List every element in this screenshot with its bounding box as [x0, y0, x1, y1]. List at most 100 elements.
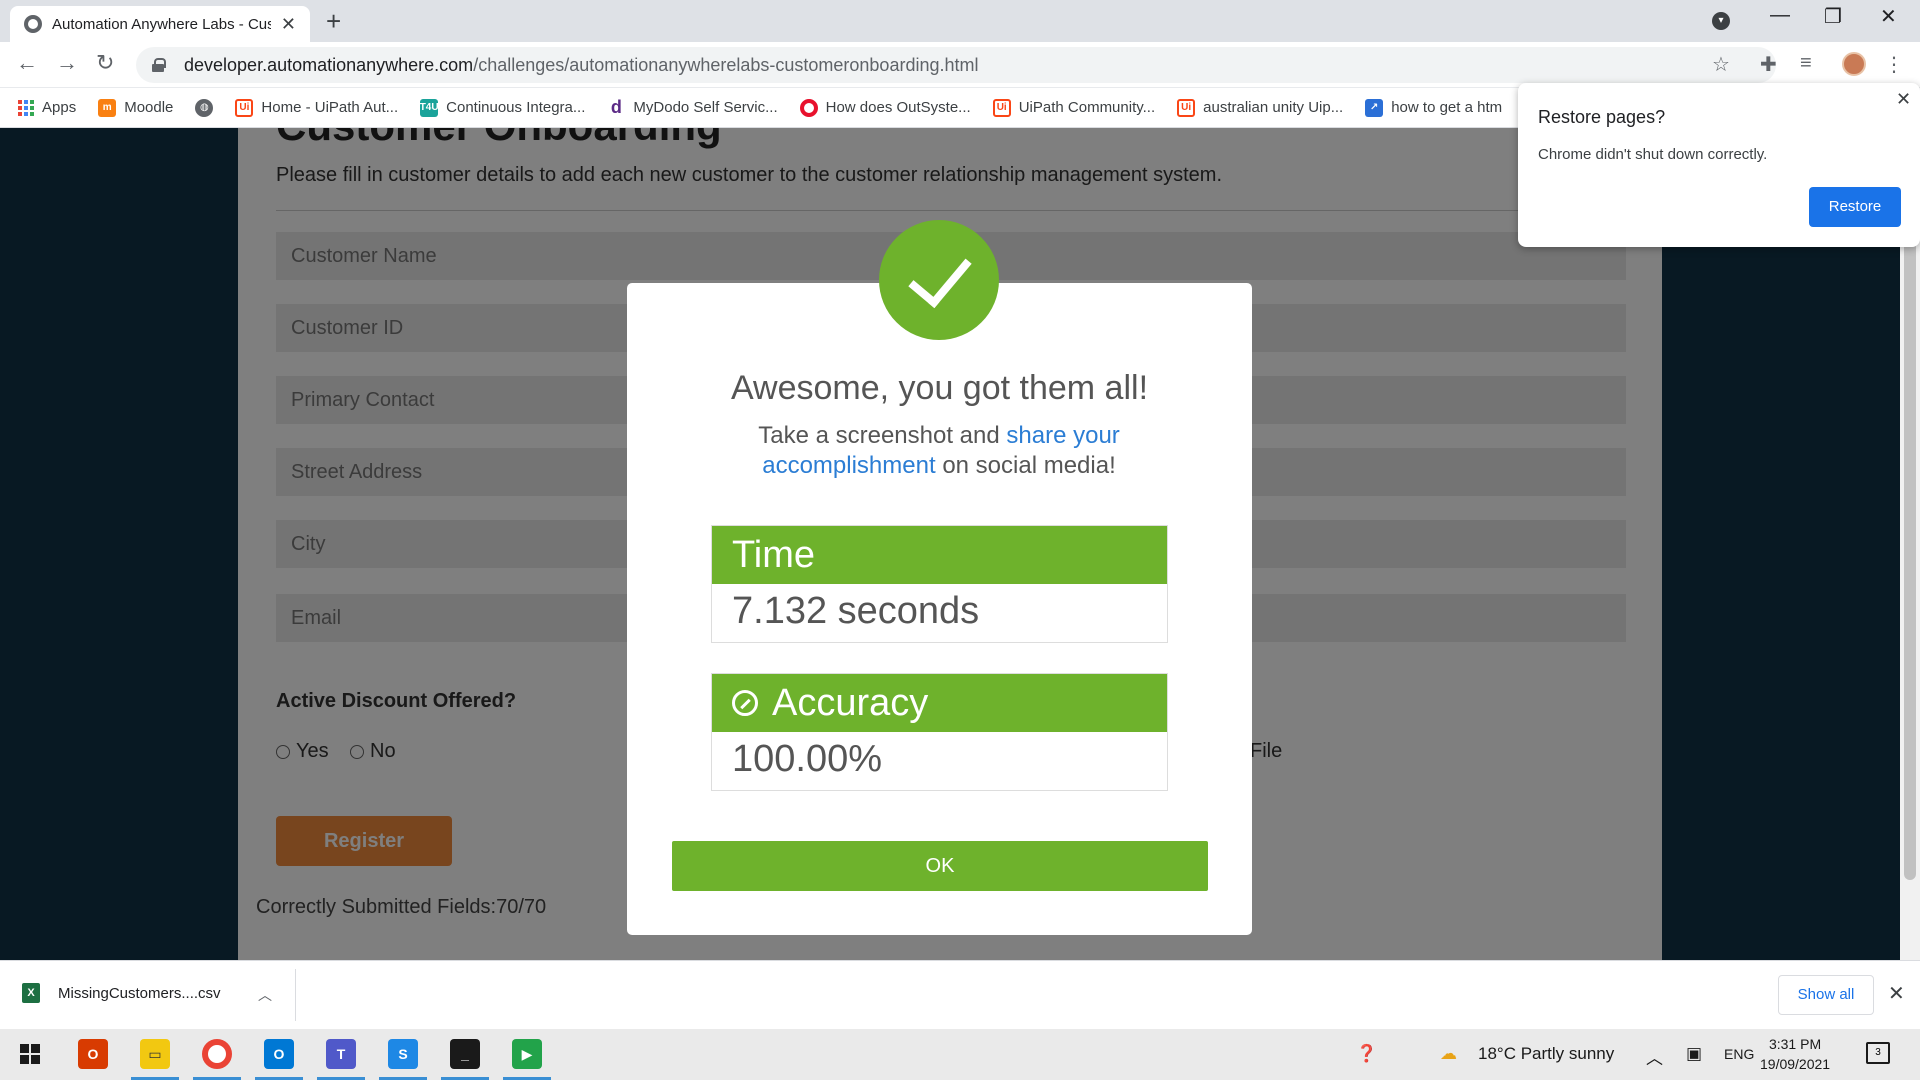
address-bar[interactable]: developer.automationanywhere.com /challe…: [136, 47, 1776, 83]
url-path: /challenges/automationanywherelabs-custo…: [473, 54, 979, 75]
tab-strip: Automation Anywhere Labs - Customer Onbo…: [0, 0, 1920, 42]
subtitle-text: on social media!: [942, 452, 1116, 479]
restore-pages-popup: Restore pages? Chrome didn't shut down c…: [1518, 83, 1920, 247]
show-all-button[interactable]: Show all: [1778, 975, 1874, 1015]
bookmark-uipath-community[interactable]: Ui UiPath Community...: [992, 98, 1156, 117]
bookmark-star-icon[interactable]: ☆: [1712, 52, 1730, 77]
weather-text[interactable]: 18°C Partly sunny: [1478, 1044, 1614, 1064]
media-queue-icon[interactable]: ≡: [1800, 52, 1812, 75]
bookmark-outsystems[interactable]: How does OutSyste...: [799, 98, 971, 117]
bookmark-moodle[interactable]: m Moodle: [98, 98, 174, 117]
uipath-icon: Ui: [992, 98, 1011, 117]
new-tab-icon[interactable]: +: [326, 6, 341, 37]
teams-icon[interactable]: T: [326, 1039, 356, 1069]
language-indicator[interactable]: ENG: [1724, 1046, 1754, 1062]
bookmark-label: MyDodo Self Servic...: [633, 99, 778, 116]
tab-favicon-icon: [24, 15, 42, 33]
file-explorer-icon[interactable]: ▭: [140, 1039, 170, 1069]
browser-toolbar: ← → ↻ developer.automationanywhere.com /…: [0, 42, 1920, 88]
media-player-icon[interactable]: ▶: [512, 1039, 542, 1069]
download-filename: MissingCustomers....csv: [58, 984, 221, 1002]
close-window-icon[interactable]: ✕: [1880, 4, 1897, 29]
uipath-icon: Ui: [235, 98, 254, 117]
t4u-icon: T4U: [420, 98, 439, 117]
forward-icon[interactable]: →: [56, 50, 78, 76]
bookmark-australian-unity[interactable]: Ui australian unity Uip...: [1177, 98, 1344, 117]
bookmark-label: Apps: [42, 99, 77, 116]
divider: [295, 969, 296, 1021]
modal-subtitle: Take a screenshot and share your accompl…: [739, 421, 1139, 481]
windows-taskbar: O ▭ O T S _ ▶ ❓ ☁ 18°C Partly sunny ︿ ▣ …: [0, 1029, 1920, 1080]
bookmark-uipath-home[interactable]: Ui Home - UiPath Aut...: [235, 98, 399, 117]
close-icon[interactable]: ✕: [1896, 89, 1911, 110]
bookmark-label: how to get a htm: [1391, 99, 1503, 116]
bookmark-label: Continuous Integra...: [446, 99, 586, 116]
profile-avatar[interactable]: [1842, 52, 1866, 76]
restore-window-icon[interactable]: ❐: [1824, 4, 1842, 29]
outsystems-icon: [799, 98, 818, 117]
download-item[interactable]: X MissingCustomers....csv: [22, 983, 221, 1003]
browser-tab[interactable]: Automation Anywhere Labs - Customer Onbo…: [10, 6, 310, 42]
clock-date: 19/09/2021: [1760, 1056, 1831, 1072]
time-value: 7.132 seconds: [732, 590, 980, 632]
ok-button[interactable]: OK: [672, 841, 1208, 891]
bookmark-mydodo[interactable]: d MyDodo Self Servic...: [607, 97, 778, 117]
bookmark-how-to-get[interactable]: ↗ how to get a htm: [1365, 98, 1503, 117]
close-icon[interactable]: ✕: [1888, 981, 1905, 1006]
bookmark-label: UiPath Community...: [1018, 99, 1156, 116]
page-viewport: Customer Onboarding Please fill in custo…: [0, 128, 1920, 960]
bookmark-continuous-integration[interactable]: T4U Continuous Integra...: [420, 98, 586, 117]
bookmark-apps[interactable]: Apps: [18, 99, 76, 116]
apps-grid-icon: [18, 99, 34, 116]
minimize-icon[interactable]: —: [1770, 4, 1790, 27]
network-icon[interactable]: ▣: [1686, 1044, 1702, 1064]
moodle-icon: m: [98, 98, 117, 117]
bookmark-label: How does OutSyste...: [825, 99, 971, 116]
extensions-icon[interactable]: ✚: [1760, 52, 1777, 77]
restore-title: Restore pages?: [1538, 107, 1666, 127]
submitted-fields-text: Correctly Submitted Fields:70/70: [256, 896, 547, 918]
bookmark-label: Moodle: [124, 99, 174, 116]
outlook-icon[interactable]: O: [264, 1039, 294, 1069]
bookmark-label: australian unity Uip...: [1203, 99, 1344, 116]
checkmark-icon: [879, 220, 999, 340]
help-icon[interactable]: ❓: [1356, 1044, 1377, 1064]
lock-icon: [152, 58, 166, 72]
menu-icon[interactable]: ⋮: [1884, 52, 1904, 77]
office-icon[interactable]: O: [78, 1039, 108, 1069]
time-stat: Time 7.132 seconds: [711, 525, 1168, 643]
gauge-icon: [732, 690, 758, 716]
windows-start-icon[interactable]: [20, 1044, 40, 1064]
time-label: Time: [732, 533, 816, 576]
reload-icon[interactable]: ↻: [96, 50, 114, 76]
url-host: developer.automationanywhere.com: [184, 54, 474, 75]
page-scrollbar[interactable]: [1900, 128, 1920, 960]
back-icon[interactable]: ←: [16, 50, 38, 76]
notification-icon[interactable]: 3: [1866, 1042, 1890, 1064]
modal-title: Awesome, you got them all!: [730, 369, 1149, 407]
system-clock[interactable]: 3:31 PM 19/09/2021: [1760, 1034, 1830, 1074]
weather-icon: ☁: [1440, 1044, 1457, 1063]
generic-icon: ↗: [1365, 98, 1384, 117]
dodo-icon: d: [607, 97, 626, 117]
accuracy-value: 100.00%: [732, 738, 883, 780]
restore-button[interactable]: Restore: [1809, 187, 1901, 227]
bookmark-label: Home - UiPath Aut...: [261, 99, 399, 116]
bookmark-globe[interactable]: ◍: [195, 98, 214, 117]
accuracy-stat: Accuracy 100.00%: [711, 673, 1168, 791]
success-modal: Awesome, you got them all! Take a screen…: [627, 220, 1252, 935]
uipath-icon: Ui: [1177, 98, 1196, 117]
tab-close-icon[interactable]: ✕: [281, 14, 296, 35]
terminal-icon[interactable]: _: [450, 1039, 480, 1069]
clock-time: 3:31 PM: [1768, 1036, 1822, 1052]
chrome-icon[interactable]: [202, 1039, 232, 1069]
studio-icon[interactable]: S: [388, 1039, 418, 1069]
chevron-up-icon[interactable]: ︿: [258, 985, 272, 1005]
subtitle-text: Take a screenshot and: [758, 422, 1000, 449]
scrollbar-thumb[interactable]: [1904, 140, 1916, 880]
download-shelf: X MissingCustomers....csv ︿ Show all ✕: [0, 960, 1920, 1029]
excel-file-icon: X: [22, 983, 40, 1003]
tray-chevron-icon[interactable]: ︿: [1646, 1044, 1663, 1069]
tab-search-icon[interactable]: ▾: [1712, 12, 1730, 30]
restore-message: Chrome didn't shut down correctly.: [1538, 146, 1768, 163]
